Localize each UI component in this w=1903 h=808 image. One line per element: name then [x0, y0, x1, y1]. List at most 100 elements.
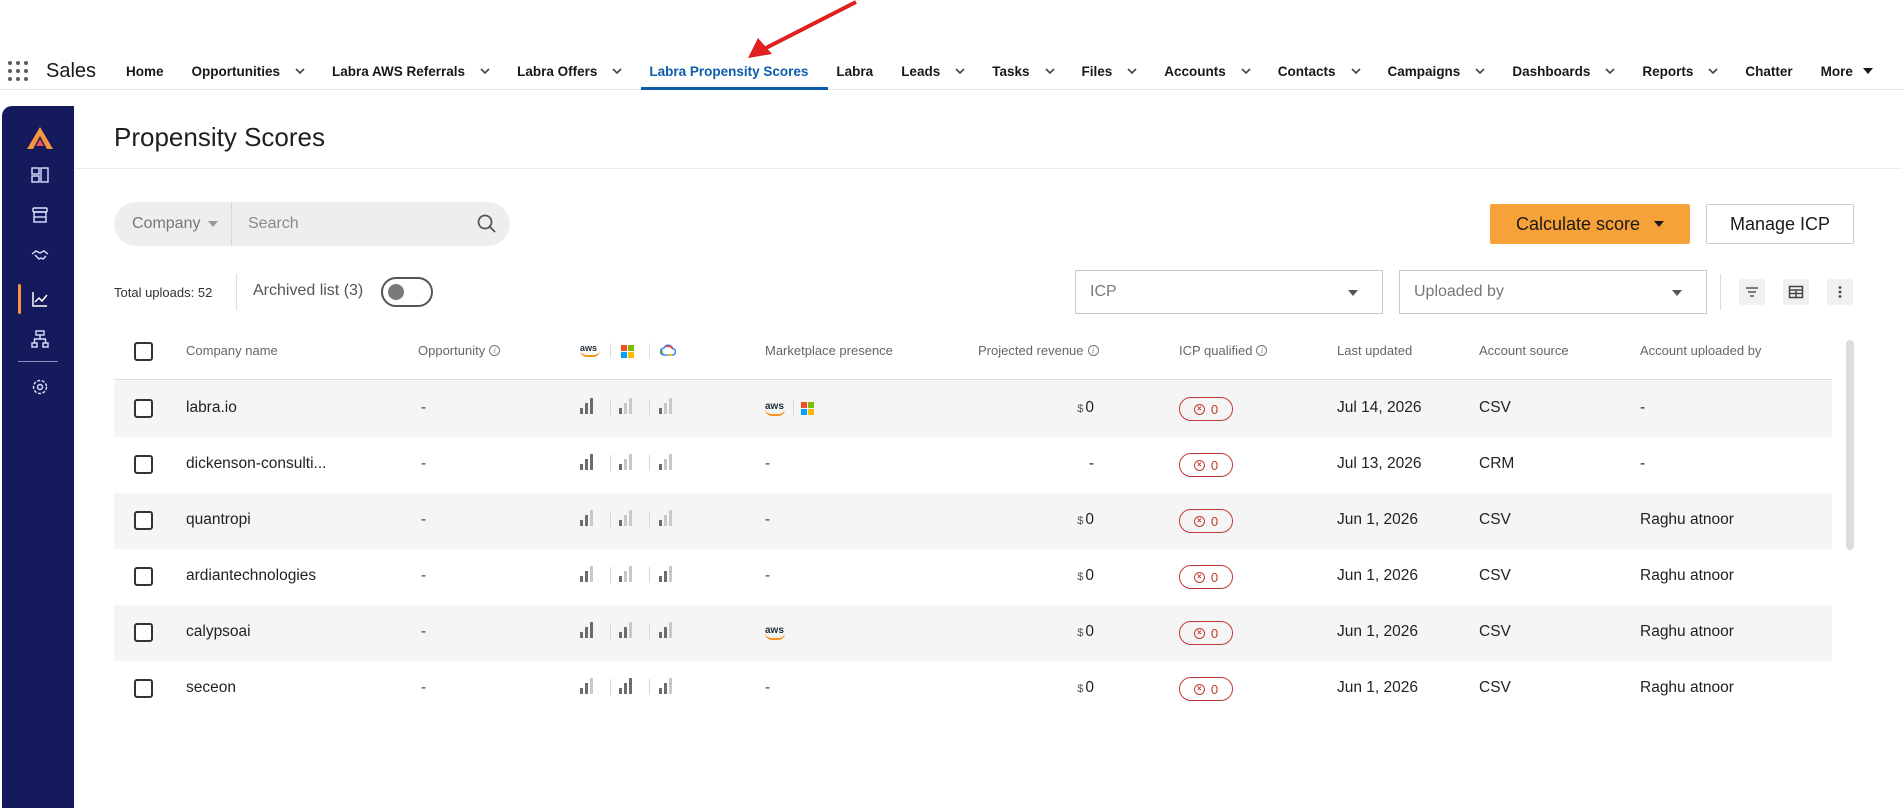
chevron-down-icon[interactable]: [611, 65, 623, 77]
company-name-cell[interactable]: calypsoai: [186, 623, 251, 641]
last-updated-cell: Jul 14, 2026: [1337, 399, 1422, 416]
nav-tab-label: Reports: [1642, 63, 1694, 79]
table-row[interactable]: labra.io - aws $0 × 0 Jul 14, 2026 CSV -: [114, 381, 1832, 437]
uploaded-by-dropdown[interactable]: Uploaded by: [1399, 270, 1707, 314]
nav-tab-label: Campaigns: [1387, 63, 1461, 79]
chevron-down-icon[interactable]: [1350, 65, 1362, 77]
header-last-updated[interactable]: Last updated: [1337, 343, 1412, 358]
sidebar-hierarchy-icon[interactable]: [29, 328, 51, 350]
info-icon[interactable]: i: [1256, 345, 1268, 356]
chevron-down-icon[interactable]: [1604, 65, 1616, 77]
header-icp-qualified[interactable]: ICP qualified i: [1179, 343, 1268, 358]
sidebar-settings-icon[interactable]: [29, 376, 51, 398]
chevron-down-icon[interactable]: [1240, 65, 1252, 77]
last-updated-cell: Jun 1, 2026: [1337, 567, 1419, 584]
manage-icp-button[interactable]: Manage ICP: [1706, 204, 1854, 244]
nav-tab-labra[interactable]: Labra: [828, 52, 893, 90]
chevron-down-icon[interactable]: [1707, 65, 1719, 77]
nav-tab-label: Labra: [836, 63, 874, 79]
header-company-name[interactable]: Company name: [186, 343, 278, 358]
header-account-source[interactable]: Account source: [1479, 343, 1569, 358]
microsoft-icon: [621, 345, 634, 358]
score-separator: [610, 567, 611, 583]
chevron-down-icon[interactable]: [954, 65, 966, 77]
sidebar-storefront-icon[interactable]: [29, 204, 51, 226]
search-input[interactable]: [232, 202, 476, 246]
sidebar-analytics-icon[interactable]: [29, 288, 51, 310]
labra-logo-icon[interactable]: [26, 126, 54, 150]
sidebar-dashboard-icon[interactable]: [29, 164, 51, 186]
header-marketplace-presence[interactable]: Marketplace presence: [765, 343, 893, 358]
score-separator: [610, 679, 611, 695]
chevron-down-icon[interactable]: [294, 65, 306, 77]
more-options-button[interactable]: [1827, 279, 1853, 305]
table-scrollbar[interactable]: [1846, 340, 1854, 550]
marketplace-separator: [793, 399, 794, 415]
close-circle-icon: ×: [1193, 571, 1205, 583]
nav-tab-dashboards[interactable]: Dashboards: [1504, 52, 1634, 90]
header-account-uploaded-by[interactable]: Account uploaded by: [1640, 343, 1761, 358]
row-checkbox[interactable]: [134, 455, 153, 474]
table-row[interactable]: calypsoai - aws $0 × 0 Jun 1, 2026 CSV Raghu atn…: [114, 605, 1832, 661]
table-row[interactable]: seceon - - $0 × 0 Jun 1, 2026 CSV Raghu atnoor: [114, 661, 1832, 717]
nav-tab-tasks[interactable]: Tasks: [984, 52, 1073, 90]
account-source-cell: CSV: [1479, 623, 1511, 640]
info-icon[interactable]: i: [1087, 345, 1099, 356]
row-checkbox[interactable]: [134, 511, 153, 530]
chevron-down-icon[interactable]: [1126, 65, 1138, 77]
nav-tab-labra-offers[interactable]: Labra Offers: [509, 52, 641, 90]
info-icon[interactable]: i: [489, 345, 501, 356]
currency-symbol: $: [1077, 683, 1084, 695]
projected-revenue-cell: $0: [1077, 567, 1094, 585]
revenue-value: 0: [1085, 679, 1094, 696]
row-checkbox[interactable]: [134, 567, 153, 586]
score-separator: [649, 399, 650, 415]
nav-tab-contacts[interactable]: Contacts: [1270, 52, 1380, 90]
nav-tab-chatter[interactable]: Chatter: [1737, 52, 1812, 90]
row-checkbox[interactable]: [134, 679, 153, 698]
search-icon[interactable]: [476, 213, 498, 235]
filter-button[interactable]: [1739, 279, 1765, 305]
app-launcher-icon[interactable]: [8, 61, 28, 81]
sidebar-handshake-icon[interactable]: [29, 244, 51, 266]
score-separator: [649, 455, 650, 471]
table-row[interactable]: quantropi - - $0 × 0 Jun 1, 2026 CSV Raghu atnoo…: [114, 493, 1832, 549]
row-checkbox[interactable]: [134, 399, 153, 418]
chevron-down-icon[interactable]: [1044, 65, 1056, 77]
nav-more-menu[interactable]: More: [1813, 52, 1881, 90]
archived-list-label: Archived list (3): [253, 282, 364, 299]
table-row[interactable]: ardiantechnologies - - $0 × 0 Jun 1, 2026 CSV Ra…: [114, 549, 1832, 605]
nav-tab-reports[interactable]: Reports: [1634, 52, 1737, 90]
nav-tab-labra-propensity-scores[interactable]: Labra Propensity Scores: [641, 52, 829, 90]
nav-tab-files[interactable]: Files: [1074, 52, 1157, 90]
nav-tab-home[interactable]: Home: [118, 52, 184, 90]
chevron-down-icon[interactable]: [479, 65, 491, 77]
chevron-down-icon[interactable]: [1474, 65, 1486, 77]
nav-tab-label: Dashboards: [1512, 63, 1591, 79]
table-row[interactable]: dickenson-consulti... - - - × 0 Jul 13, 2026 CR…: [114, 437, 1832, 493]
nav-tab-leads[interactable]: Leads: [893, 52, 984, 90]
table-view-button[interactable]: [1783, 279, 1809, 305]
nav-tab-label: Opportunities: [191, 63, 281, 79]
company-name-cell[interactable]: labra.io: [186, 399, 237, 417]
icp-filter-dropdown[interactable]: ICP: [1075, 270, 1383, 314]
company-name-cell[interactable]: dickenson-consulti...: [186, 455, 326, 473]
search-filter-select[interactable]: Company: [114, 202, 232, 246]
select-all-checkbox[interactable]: [134, 342, 153, 361]
row-checkbox[interactable]: [134, 623, 153, 642]
header-projected-revenue[interactable]: Projected revenue i: [978, 343, 1099, 358]
nav-tab-opportunities[interactable]: Opportunities: [184, 52, 325, 90]
icp-value: 0: [1210, 681, 1219, 697]
company-name-cell[interactable]: quantropi: [186, 511, 251, 529]
score-separator: [649, 623, 650, 639]
nav-tab-label: Tasks: [992, 63, 1030, 79]
company-name-cell[interactable]: seceon: [186, 679, 236, 697]
company-name-cell[interactable]: ardiantechnologies: [186, 567, 316, 585]
nav-tab-campaigns[interactable]: Campaigns: [1380, 52, 1505, 90]
caret-down-icon: [1654, 221, 1665, 227]
header-opportunity[interactable]: Opportunity i: [418, 343, 501, 358]
calculate-score-button[interactable]: Calculate score: [1490, 204, 1690, 244]
nav-tab-labra-aws-referrals[interactable]: Labra AWS Referrals: [324, 52, 509, 90]
nav-tab-accounts[interactable]: Accounts: [1156, 52, 1270, 90]
archived-list-toggle[interactable]: [381, 277, 433, 307]
